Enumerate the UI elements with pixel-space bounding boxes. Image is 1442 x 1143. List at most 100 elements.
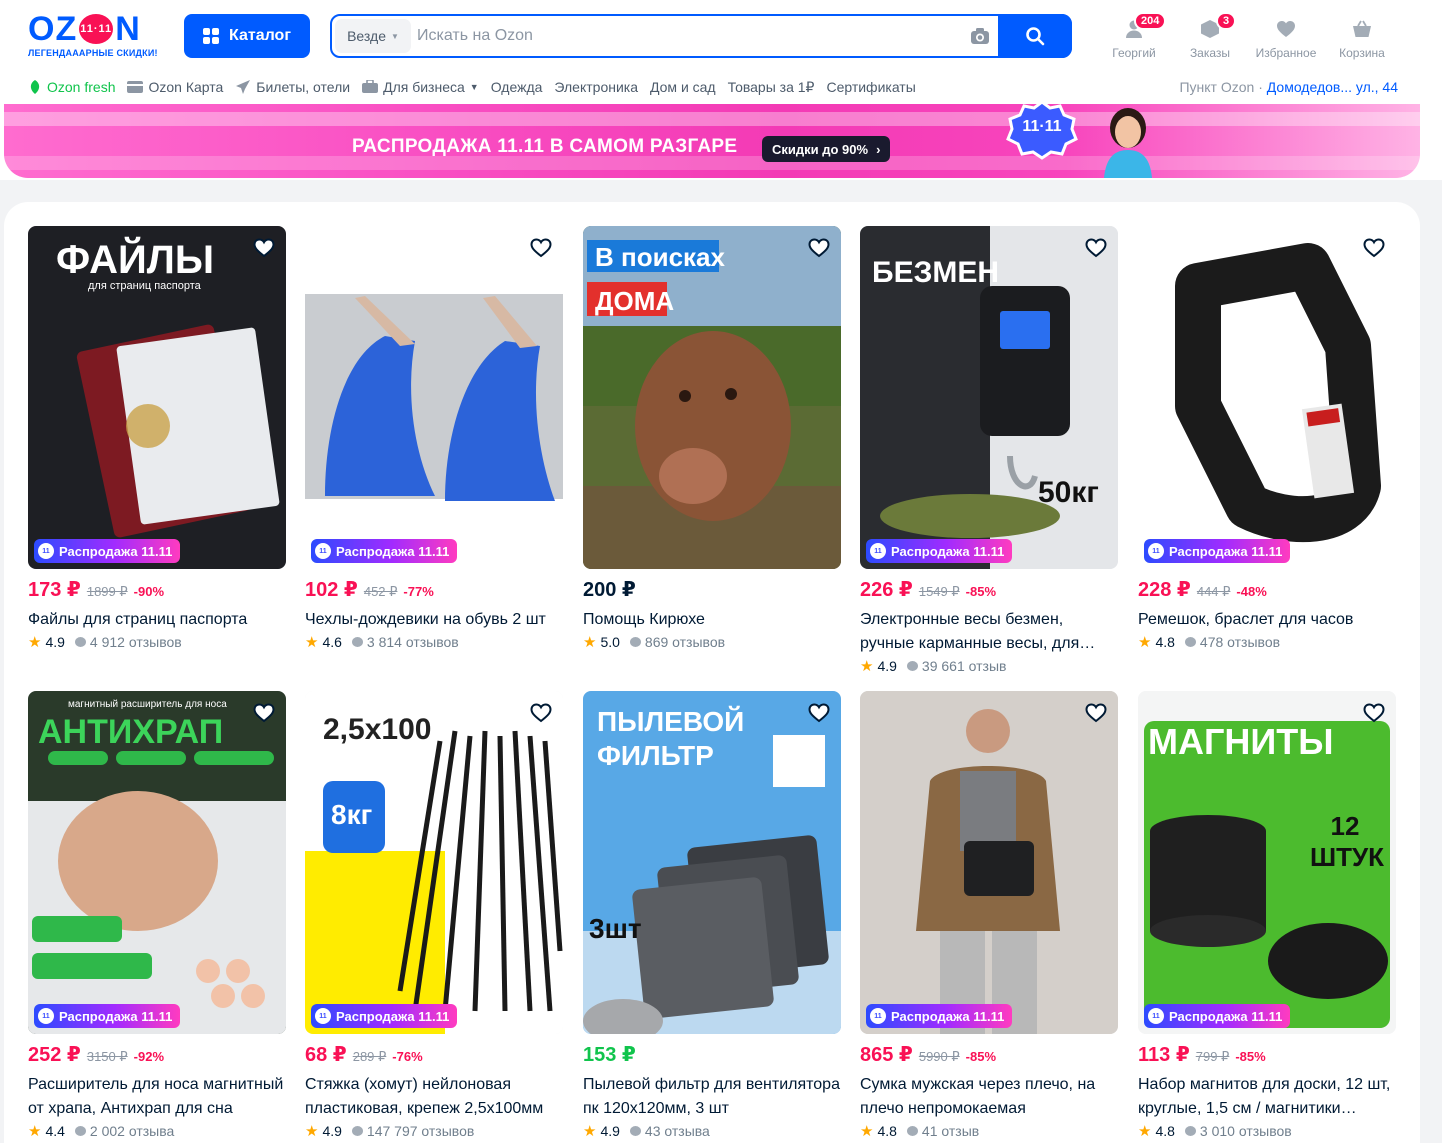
product-card[interactable]: БЕЗМЕН 50кг 11 Распродажа 11.11 226 ₽ 154… <box>860 226 1118 675</box>
product-image[interactable]: МАГНИТЫ 12 ШТУК 11 Распродажа 11.11 <box>1138 691 1396 1034</box>
orders-action[interactable]: 3 Заказы <box>1172 12 1248 60</box>
reviews-count[interactable]: 3 814 отзывов <box>367 634 459 650</box>
product-card[interactable]: ФАЙЛЫ для страниц паспорта 11 Распродажа … <box>28 226 286 651</box>
nav-item-clothes[interactable]: Одежда <box>491 79 543 95</box>
pickup-label: Пункт Ozon <box>1179 79 1255 95</box>
product-title[interactable]: Помощь Кирюхе <box>583 608 841 632</box>
star-icon: ★ <box>583 634 597 651</box>
reviews-count[interactable]: 147 797 отзывов <box>367 1123 474 1139</box>
product-title[interactable]: Пылевой фильтр для вентилятора пк 120x12… <box>583 1073 841 1121</box>
leaf-icon <box>30 80 40 94</box>
star-icon: ★ <box>583 1123 597 1140</box>
favorite-button[interactable] <box>527 234 555 262</box>
catalog-button[interactable]: Каталог <box>184 14 310 58</box>
pickup-point[interactable]: Пункт Ozon · Домодедов... ул., 44 <box>1179 79 1398 95</box>
product-title[interactable]: Сумка мужская через плечо, на плечо непр… <box>860 1073 1118 1121</box>
nav-item-certificates[interactable]: Сертификаты <box>826 79 915 95</box>
product-title[interactable]: Файлы для страниц паспорта <box>28 608 286 632</box>
reviews-count[interactable]: 43 отзыва <box>645 1123 710 1139</box>
star-icon: ★ <box>860 658 874 675</box>
heart-outline-icon <box>1363 238 1385 258</box>
reviews-count[interactable]: 869 отзывов <box>645 634 725 650</box>
rating: 4.8 <box>1155 634 1175 650</box>
product-card[interactable]: В поисках ДОМА 200 ₽ Помощь Кирюхе ★ 5.0… <box>583 226 841 651</box>
reviews-count[interactable]: 478 отзывов <box>1200 634 1280 650</box>
price: 865 ₽ <box>860 1044 913 1066</box>
comment-icon <box>351 637 363 647</box>
product-title[interactable]: Расширитель для носа магнитный от храпа,… <box>28 1073 286 1121</box>
product-image[interactable]: ФАЙЛЫ для страниц паспорта 11 Распродажа … <box>28 226 286 569</box>
image-caption: ПЫЛЕВОЙ ФИЛЬТР <box>597 706 745 771</box>
nav-item-home-garden[interactable]: Дом и сад <box>650 79 716 95</box>
search-scope-select[interactable]: Везде ▼ <box>335 19 411 53</box>
nav-item-tickets[interactable]: Билеты, отели <box>235 79 350 95</box>
reviews-count[interactable]: 2 002 отзыва <box>90 1123 174 1139</box>
product-card[interactable]: 11 Распродажа 11.11 228 ₽ 444 ₽ -48% Реме… <box>1138 226 1396 651</box>
product-title[interactable]: Электронные весы безмен, ручные карманны… <box>860 608 1118 656</box>
reviews-count[interactable]: 4 912 отзывов <box>90 634 182 650</box>
sale-badge-label: Распродажа 11.11 <box>336 1008 450 1024</box>
favorite-button[interactable] <box>1360 234 1388 262</box>
banner-cta-label: Скидки до 90% <box>772 141 869 157</box>
favorite-button[interactable] <box>1082 699 1110 727</box>
search-input[interactable] <box>411 27 962 45</box>
cart-action[interactable]: Корзина <box>1324 14 1400 60</box>
nav-item-ozon-fresh[interactable]: Ozon fresh <box>28 79 115 95</box>
product-title[interactable]: Ремешок, браслет для часов <box>1138 608 1396 632</box>
product-card[interactable]: 11 Распродажа 11.11 865 ₽ 5990 ₽ -85% Сум… <box>860 691 1118 1140</box>
grid-icon <box>203 28 219 44</box>
product-image[interactable]: 11 Распродажа 11.11 <box>1138 226 1396 569</box>
rating-row: ★ 4.8 41 отзыв <box>860 1122 1118 1140</box>
discount: -90% <box>133 584 165 599</box>
nav-item-business[interactable]: Для бизнеса ▼ <box>362 79 479 95</box>
product-grid: ФАЙЛЫ для страниц паспорта 11 Распродажа … <box>4 202 1420 1143</box>
search-button[interactable] <box>998 14 1072 58</box>
search-bar: Везде ▼ <box>330 14 1072 58</box>
banner-cta-button[interactable]: Скидки до 90% › <box>762 136 891 162</box>
reviews-count[interactable]: 39 661 отзыв <box>922 658 1007 674</box>
product-title[interactable]: Набор магнитов для доски, 12 шт, круглые… <box>1138 1073 1396 1121</box>
product-card[interactable]: МАГНИТЫ 12 ШТУК 11 Распродажа 11.11 113 ₽… <box>1138 691 1396 1140</box>
image-subcaption: 50кг <box>1038 476 1099 509</box>
camera-icon[interactable] <box>962 18 998 54</box>
heart-outline-icon <box>1085 238 1107 258</box>
product-title[interactable]: Чехлы-дождевики на обувь 2 шт <box>305 608 563 632</box>
rating-row: ★ 4.9 4 912 отзывов <box>28 633 286 651</box>
price-row: 113 ₽ 799 ₽ -85% <box>1138 1042 1396 1067</box>
product-card[interactable]: ПЫЛЕВОЙ ФИЛЬТР 3шт 153 ₽ Пылевой фильтр … <box>583 691 841 1140</box>
product-image[interactable]: магнитный расширитель для носа АНТИХРАП … <box>28 691 286 1034</box>
cart-label: Корзина <box>1339 46 1385 60</box>
nav-item-electronics[interactable]: Электроника <box>554 79 638 95</box>
product-card[interactable]: магнитный расширитель для носа АНТИХРАП … <box>28 691 286 1140</box>
product-title[interactable]: Стяжка (хомут) нейлоновая пластиковая, к… <box>305 1073 563 1121</box>
favorites-action[interactable]: Избранное <box>1248 14 1324 60</box>
promo-banner[interactable]: РАСПРОДАЖА 11.11 В САМОМ РАЗГАРЕ Скидки … <box>4 104 1420 178</box>
favorite-button[interactable] <box>527 699 555 727</box>
sale-badge: 11 Распродажа 11.11 <box>34 539 181 563</box>
product-image[interactable]: БЕЗМЕН 50кг 11 Распродажа 11.11 <box>860 226 1118 569</box>
favorite-button[interactable] <box>805 234 833 262</box>
ozon-logo[interactable]: OZ 11·11 N ЛЕГЕНДАААРНЫЕ СКИДКИ! <box>28 12 168 58</box>
product-image[interactable]: ПЫЛЕВОЙ ФИЛЬТР 3шт <box>583 691 841 1034</box>
product-card[interactable]: 2,5x100 8кг 11 Распродажа 11.11 68 ₽ 289 … <box>305 691 563 1140</box>
nav-item-ozon-card[interactable]: Ozon Карта <box>127 79 223 95</box>
price: 153 ₽ <box>583 1044 636 1066</box>
product-image[interactable]: 11 Распродажа 11.11 <box>860 691 1118 1034</box>
profile-action[interactable]: 204 Георгий <box>1096 12 1172 60</box>
product-image[interactable]: 2,5x100 8кг 11 Распродажа 11.11 <box>305 691 563 1034</box>
favorite-button[interactable] <box>1360 699 1388 727</box>
price: 228 ₽ <box>1138 579 1191 601</box>
product-card[interactable]: 11 Распродажа 11.11 102 ₽ 452 ₽ -77% Чехл… <box>305 226 563 651</box>
favorite-button[interactable] <box>250 234 278 262</box>
reviews-count[interactable]: 3 010 отзывов <box>1200 1123 1292 1139</box>
favorite-button[interactable] <box>1082 234 1110 262</box>
favorite-button[interactable] <box>250 699 278 727</box>
reviews-count[interactable]: 41 отзыв <box>922 1123 979 1139</box>
nav-item-goods-1rub[interactable]: Товары за 1₽ <box>728 79 815 96</box>
header: OZ 11·11 N ЛЕГЕНДАААРНЫЕ СКИДКИ! Каталог В… <box>0 0 1442 72</box>
sale-dot-icon: 11 <box>315 543 331 559</box>
product-image[interactable]: 11 Распродажа 11.11 <box>305 226 563 569</box>
pickup-separator: · <box>1258 79 1267 95</box>
favorite-button[interactable] <box>805 699 833 727</box>
product-image[interactable]: В поисках ДОМА <box>583 226 841 569</box>
